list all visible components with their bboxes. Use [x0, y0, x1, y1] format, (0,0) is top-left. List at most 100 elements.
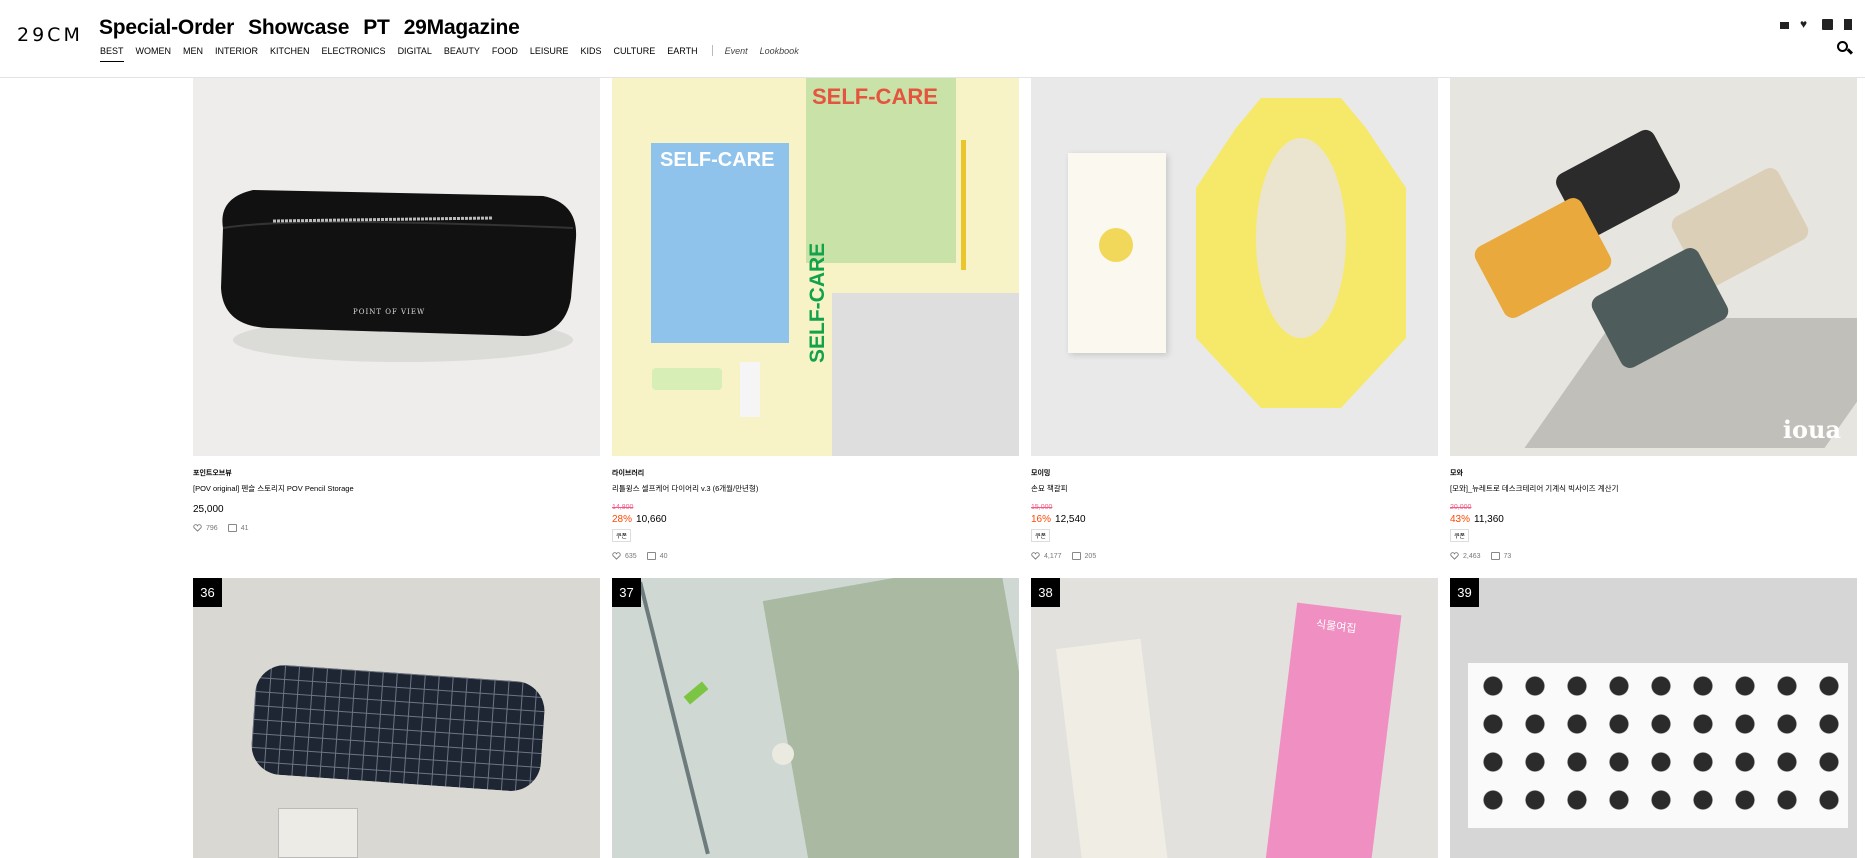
product-card[interactable]: 모이밍 손묘 책갈피 15,000 16% 12,540 쿠폰 4,177 20… — [1031, 78, 1438, 560]
category-earth[interactable]: EARTH — [667, 46, 697, 62]
product-brand[interactable]: 모와 — [1450, 468, 1857, 478]
white-bead — [772, 743, 794, 765]
product-price: 25,000 — [193, 504, 224, 515]
search-icon[interactable] — [1837, 41, 1854, 56]
image-brand-print: POINT OF VIEW — [353, 308, 426, 316]
tape — [652, 368, 722, 390]
eraser — [740, 362, 760, 417]
image-watermark: ioua — [1782, 415, 1841, 444]
like-button[interactable]: 2,463 — [1450, 552, 1481, 560]
category-electronics[interactable]: ELECTRONICS — [322, 46, 386, 62]
category-culture[interactable]: CULTURE — [613, 46, 655, 62]
review-button[interactable]: 73 — [1490, 552, 1512, 560]
product-card[interactable]: ioua 모와 [모와]_뉴레트로 데스크테리어 기계식 빅사이즈 계산기 20… — [1450, 78, 1857, 560]
product-card[interactable]: 39 — [1450, 578, 1857, 858]
bookmark-clear — [1056, 638, 1171, 858]
grid-pencil-case — [249, 663, 547, 793]
category-leisure[interactable]: LEISURE — [530, 46, 569, 62]
product-image[interactable] — [1031, 78, 1438, 456]
bookmark-icon[interactable] — [1844, 19, 1852, 30]
review-button[interactable]: 205 — [1071, 552, 1096, 560]
product-name[interactable]: [POV original] 펜슬 스토리지 POV Pencil Storag… — [193, 483, 600, 494]
nav-event[interactable]: Event — [725, 46, 748, 62]
bookmark-pink — [1265, 602, 1402, 858]
discount-rate: 28% — [612, 514, 633, 525]
product-price: 10,660 — [636, 514, 667, 525]
heart-outline-icon — [612, 552, 621, 560]
category-digital[interactable]: DIGITAL — [398, 46, 432, 62]
coupon-badge: 쿠폰 — [1031, 529, 1051, 542]
review-button[interactable]: 41 — [227, 524, 248, 532]
like-button[interactable]: 796 — [193, 524, 218, 532]
product-card[interactable]: 37 — [612, 578, 1019, 858]
product-image[interactable]: SELF-CARE SELF-CARE SELF-CARE — [612, 78, 1019, 456]
nav-showcase[interactable]: Showcase — [248, 16, 349, 40]
like-button[interactable]: 4,177 — [1031, 552, 1062, 560]
site-logo[interactable]: 29CM — [17, 24, 83, 46]
eraser-box — [278, 808, 358, 858]
product-image[interactable]: 37 — [612, 578, 1019, 858]
heart-icon[interactable]: ♥ — [1800, 18, 1811, 30]
product-meta: 635 40 — [612, 552, 1019, 560]
product-name[interactable]: [모와]_뉴레트로 데스크테리어 기계식 빅사이즈 계산기 — [1450, 483, 1857, 494]
coupon-badge: 쿠폰 — [612, 529, 632, 542]
category-beauty[interactable]: BEAUTY — [444, 46, 480, 62]
price-row: 43% 11,360 — [1450, 514, 1857, 525]
category-best[interactable]: BEST — [100, 46, 124, 62]
review-count: 73 — [1503, 552, 1512, 560]
bead-string — [638, 581, 710, 855]
coupon-badge: 쿠폰 — [1450, 529, 1470, 542]
product-brand[interactable]: 모이밍 — [1031, 468, 1438, 478]
book-title-green: SELF-CARE — [812, 84, 938, 109]
product-image[interactable]: 39 — [1450, 578, 1857, 858]
polka-dot-pouch — [1468, 663, 1848, 828]
product-name[interactable]: 리틀윙스 셀프케어 다이어리 v.3 (6개월/만년형) — [612, 483, 1019, 494]
original-price: 15,000 — [1031, 504, 1053, 511]
utility-icons: ♥ — [1780, 18, 1852, 30]
product-price: 12,540 — [1055, 514, 1086, 525]
price-row: 16% 12,540 — [1031, 514, 1438, 525]
product-image[interactable]: 36 — [193, 578, 600, 858]
product-image[interactable]: 식물여집 38 — [1031, 578, 1438, 858]
nav-special-order[interactable]: Special-Order — [99, 16, 234, 40]
like-count: 796 — [206, 524, 218, 532]
rank-badge: 37 — [612, 578, 641, 607]
cart-icon[interactable] — [1780, 22, 1789, 29]
envelope-open — [1196, 98, 1406, 408]
product-card[interactable]: POINT OF VIEW 포인트오브뷰 [POV original] 펜슬 스… — [193, 78, 600, 532]
category-men[interactable]: MEN — [183, 46, 203, 62]
product-image[interactable]: ioua — [1450, 78, 1857, 456]
category-kitchen[interactable]: KITCHEN — [270, 46, 310, 62]
product-card[interactable]: 식물여집 38 — [1031, 578, 1438, 858]
nav-lookbook[interactable]: Lookbook — [760, 46, 799, 62]
bag-icon[interactable] — [1822, 19, 1833, 30]
category-food[interactable]: FOOD — [492, 46, 518, 62]
product-name[interactable]: 손묘 책갈피 — [1031, 483, 1438, 494]
product-brand[interactable]: 라이브러리 — [612, 468, 1019, 478]
comment-icon — [1071, 552, 1081, 560]
product-card[interactable]: SELF-CARE SELF-CARE SELF-CARE 라이브러리 리틀윙스… — [612, 78, 1019, 560]
comment-icon — [227, 524, 237, 532]
original-price: 14,800 — [612, 504, 634, 511]
category-interior[interactable]: INTERIOR — [215, 46, 258, 62]
comment-icon — [1490, 552, 1500, 560]
flower-seal — [1099, 228, 1133, 262]
category-women[interactable]: WOMEN — [136, 46, 172, 62]
book-title-gray: SELF-CARE — [806, 242, 829, 363]
site-header: 29CM Special-Order Showcase PT 29Magazin… — [0, 0, 1865, 78]
category-nav: BEST WOMEN MEN INTERIOR KITCHEN ELECTRON… — [100, 45, 811, 62]
review-count: 40 — [659, 552, 668, 560]
nav-29magazine[interactable]: 29Magazine — [404, 16, 520, 40]
category-kids[interactable]: KIDS — [580, 46, 601, 62]
product-card[interactable]: 36 — [193, 578, 600, 858]
product-image[interactable]: POINT OF VIEW — [193, 78, 600, 456]
book-gray — [832, 293, 1019, 456]
discount-rate: 43% — [1450, 514, 1471, 525]
product-brand[interactable]: 포인트오브뷰 — [193, 468, 600, 478]
book-title-blue: SELF-CARE — [660, 149, 775, 171]
discount-rate: 16% — [1031, 514, 1052, 525]
nav-divider — [711, 45, 713, 56]
like-button[interactable]: 635 — [612, 552, 637, 560]
nav-pt[interactable]: PT — [363, 16, 390, 40]
review-button[interactable]: 40 — [646, 552, 668, 560]
